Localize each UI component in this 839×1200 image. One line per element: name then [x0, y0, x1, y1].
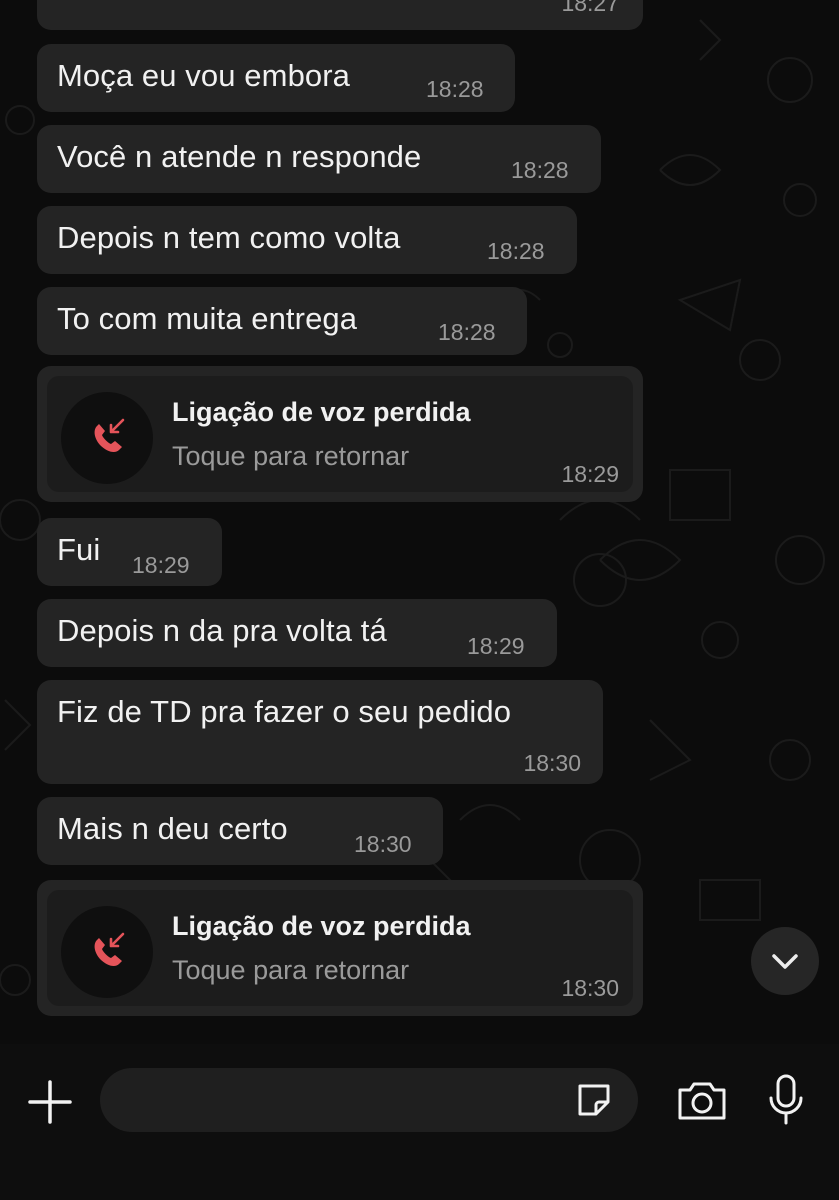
message-input[interactable]: [100, 1068, 638, 1132]
sticker-icon: [578, 1084, 610, 1116]
message-text: Você n atende n responde: [57, 139, 422, 174]
plus-icon: [28, 1080, 72, 1124]
camera-button[interactable]: [676, 1078, 728, 1127]
camera-icon: [678, 1082, 726, 1120]
chat-area[interactable]: 18:27 Moça eu vou embora 18:28 Você n at…: [0, 0, 839, 1044]
chevron-down-icon: [772, 954, 798, 969]
call-subtitle: Toque para retornar: [172, 441, 410, 471]
message-text: Mais n deu certo: [57, 811, 288, 846]
message-bubble[interactable]: Depois n da pra volta tá 18:29: [37, 599, 557, 667]
call-title: Ligação de voz perdida: [172, 911, 471, 941]
message-time: 18:28: [511, 157, 569, 183]
message-time: 18:28: [487, 238, 545, 264]
message-time: 18:27: [561, 0, 619, 16]
message-time: 18:30: [523, 750, 581, 776]
message-bubble[interactable]: Você n atende n responde 18:28: [37, 125, 601, 193]
attach-button[interactable]: [24, 1076, 76, 1133]
message-bubble[interactable]: Fiz de TD pra fazer o seu pedido 18:30: [37, 680, 603, 784]
scroll-to-bottom-button[interactable]: [751, 927, 819, 995]
message-bubble-partial[interactable]: 18:27: [37, 0, 643, 30]
missed-call-card[interactable]: Ligação de voz perdida Toque para retorn…: [37, 366, 643, 502]
message-text: Fiz de TD pra fazer o seu pedido: [57, 694, 512, 729]
message-bubble[interactable]: Depois n tem como volta 18:28: [37, 206, 577, 274]
message-bubble[interactable]: To com muita entrega 18:28: [37, 287, 527, 355]
microphone-icon: [769, 1074, 803, 1125]
message-text: Depois n da pra volta tá: [57, 613, 387, 648]
message-text: Fui: [57, 532, 101, 567]
message-bubble[interactable]: Mais n deu certo 18:30: [37, 797, 443, 865]
missed-call-card[interactable]: Ligação de voz perdida Toque para retorn…: [37, 880, 643, 1016]
call-title: Ligação de voz perdida: [172, 397, 471, 427]
message-time: 18:29: [467, 633, 525, 659]
message-bubble[interactable]: Moça eu vou embora 18:28: [37, 44, 515, 112]
message-text: Moça eu vou embora: [57, 58, 351, 93]
message-time: 18:28: [438, 319, 496, 345]
call-subtitle: Toque para retornar: [172, 955, 410, 985]
missed-call-icon: [61, 392, 153, 484]
sticker-button[interactable]: [572, 1078, 616, 1127]
composer-bar: [0, 1044, 839, 1200]
message-text: Depois n tem como volta: [57, 220, 401, 255]
call-time: 18:29: [561, 461, 619, 487]
message-bubble[interactable]: Fui 18:29: [37, 518, 222, 586]
message-text: To com muita entrega: [57, 301, 358, 336]
call-time: 18:30: [561, 975, 619, 1001]
microphone-button[interactable]: [766, 1072, 806, 1133]
message-time: 18:28: [426, 76, 484, 102]
missed-call-icon: [61, 906, 153, 998]
message-time: 18:30: [354, 831, 412, 857]
message-time: 18:29: [132, 552, 190, 578]
